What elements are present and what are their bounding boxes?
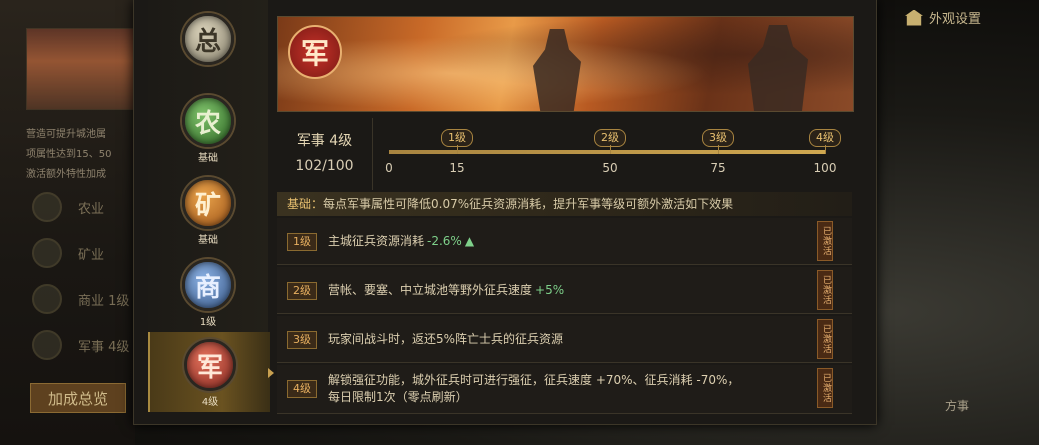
milestone-value: 50 xyxy=(602,161,618,175)
milestone-tick xyxy=(610,145,611,154)
bg-row-commerce: 商业 1级 xyxy=(32,284,129,314)
milestone-value: 15 xyxy=(449,161,465,175)
effect-text: 营帐、要塞、中立城池等野外征兵速度 xyxy=(328,282,533,297)
bg-row-mining: 矿业 xyxy=(32,238,104,268)
bg-row-agriculture: 农业 xyxy=(32,192,104,222)
bonus-overview-button[interactable]: 加成总览 xyxy=(30,383,126,413)
tab-agriculture[interactable]: 农 基础 xyxy=(148,88,268,168)
commerce-icon: 商 xyxy=(182,259,234,311)
milestone-tick xyxy=(718,145,719,154)
tab-mining[interactable]: 矿 基础 xyxy=(148,170,268,250)
effect-description: 主城征兵资源消耗 -2.6% ▲ xyxy=(328,218,802,264)
up-arrow-icon: ▲ xyxy=(464,233,475,248)
level-info: 军事 4级 102/100 xyxy=(277,118,373,190)
effect-row: 1级 主城征兵资源消耗 -2.6% ▲ 已激活 xyxy=(277,218,852,265)
bg-row-label: 商业 1级 xyxy=(78,293,130,309)
effect-row: 3级 玩家间战斗时，返还5%阵亡士兵的征兵资源 已激活 xyxy=(277,316,852,363)
level-progress: 102/100 xyxy=(295,158,354,174)
appearance-settings-label: 外观设置 xyxy=(929,12,982,27)
effect-extra-text: 每日限制1次（零点刷新） xyxy=(328,390,468,404)
tab-military[interactable]: 军 4级 xyxy=(148,332,270,412)
military-banner: 军 xyxy=(277,16,854,112)
activated-badge: 已激活 xyxy=(817,319,833,359)
tab-level: 基础 xyxy=(198,153,218,164)
tab-overview[interactable]: 总 xyxy=(148,6,268,86)
tab-level: 4级 xyxy=(201,397,219,408)
military-icon xyxy=(32,330,62,360)
commerce-icon xyxy=(32,284,62,314)
milestone-tick xyxy=(825,145,826,154)
mining-icon: 矿 xyxy=(182,177,234,229)
effect-description: 玩家间战斗时，返还5%阵亡士兵的征兵资源 xyxy=(328,316,802,362)
effect-row: 4级 解锁强征功能，城外征兵时可进行强征，征兵速度 +70%、征兵消耗 -70%… xyxy=(277,365,852,414)
bg-row-label: 农业 xyxy=(78,201,105,217)
military-badge-icon: 军 xyxy=(288,25,342,79)
level-name: 军事 4级 xyxy=(296,133,353,149)
military-icon: 军 xyxy=(184,339,236,391)
tab-level: 1级 xyxy=(199,317,217,328)
active-tab-arrow-icon xyxy=(268,368,274,378)
base-effect-tag: 基础： xyxy=(287,197,324,211)
house-icon xyxy=(905,9,923,26)
tab-commerce[interactable]: 商 1级 xyxy=(148,252,268,332)
base-effect-text: 每点军事属性可降低0.07%征兵资源消耗，提升军事等级可额外激活如下效果 xyxy=(323,197,734,211)
bg-row-label: 矿业 xyxy=(78,247,105,263)
effect-level-tag: 3级 xyxy=(287,331,317,349)
city-image xyxy=(26,28,138,110)
progress-track xyxy=(389,150,825,154)
effect-value: -2.6% xyxy=(427,233,462,248)
effect-description: 解锁强征功能，城外征兵时可进行强征，征兵速度 +70%、征兵消耗 -70%， 每… xyxy=(328,365,802,413)
background-city-panel: 营造可提升城池属 项属性达到15、50 激活额外特性加成 农业 矿业 商业 1级… xyxy=(0,0,138,445)
effect-description: 营帐、要塞、中立城池等野外征兵速度 +5% xyxy=(328,267,802,313)
effect-level-tag: 2级 xyxy=(287,282,317,300)
effect-level-tag: 1级 xyxy=(287,233,317,251)
bg-row-label: 军事 4级 xyxy=(78,339,130,355)
effect-row: 2级 营帐、要塞、中立城池等野外征兵速度 +5% 已激活 xyxy=(277,267,852,314)
bg-row-military: 军事 4级 xyxy=(32,330,129,360)
milestone-tick xyxy=(457,145,458,154)
agriculture-icon: 农 xyxy=(182,95,234,147)
effect-value: +5% xyxy=(535,282,565,297)
activated-badge: 已激活 xyxy=(817,368,833,408)
tab-level: 基础 xyxy=(198,235,218,246)
track-start-value: 0 xyxy=(385,161,393,175)
activated-badge: 已激活 xyxy=(817,270,833,310)
bg-desc-line: 营造可提升城池属 xyxy=(26,129,106,140)
mining-icon xyxy=(32,238,62,268)
category-tabs: 总 农 基础 矿 基础 商 1级 军 4级 xyxy=(148,0,270,412)
overview-icon: 总 xyxy=(182,13,234,65)
base-effect: 基础：每点军事属性可降低0.07%征兵资源消耗，提升军事等级可额外激活如下效果 xyxy=(277,192,852,216)
effect-level-tag: 4级 xyxy=(287,380,317,398)
bg-desc-line: 激活额外特性加成 xyxy=(26,169,106,180)
effect-text: 解锁强征功能，城外征兵时可进行强征，征兵速度 +70%、征兵消耗 -70%， xyxy=(328,373,740,387)
appearance-settings-button[interactable]: 外观设置 xyxy=(905,8,981,27)
activated-badge: 已激活 xyxy=(817,221,833,261)
bottom-right-label[interactable]: 方事 xyxy=(945,397,969,414)
effect-text: 主城征兵资源消耗 xyxy=(328,233,425,248)
effect-text: 玩家间战斗时，返还5%阵亡士兵的征兵资源 xyxy=(328,331,564,346)
milestone-value: 100 xyxy=(813,161,837,175)
agriculture-icon xyxy=(32,192,62,222)
milestone-value: 75 xyxy=(710,161,726,175)
bg-desc-line: 项属性达到15、50 xyxy=(26,149,112,160)
